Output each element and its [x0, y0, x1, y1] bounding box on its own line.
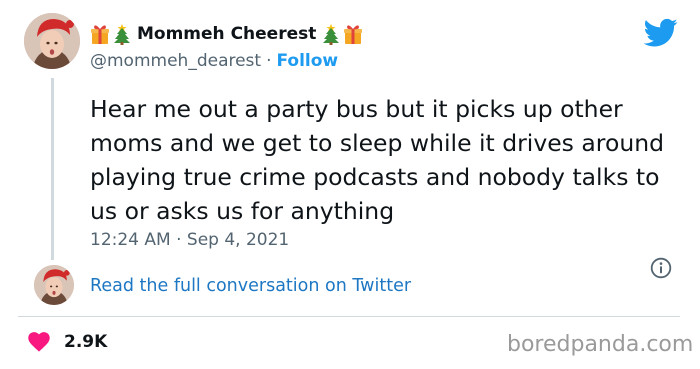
twitter-bird-icon[interactable] — [644, 18, 678, 48]
thread-connector-line — [51, 78, 54, 260]
author-avatar[interactable] — [24, 13, 80, 69]
author-display-name[interactable]: Mommeh Cheerest — [134, 24, 319, 44]
christmas-tree-icon — [112, 23, 132, 45]
tweet-text: Hear me out a party bus but it picks up … — [90, 95, 665, 225]
divider — [18, 316, 680, 317]
separator-dot: · — [266, 51, 272, 71]
follow-button[interactable]: Follow — [277, 51, 339, 71]
tweet-timestamp[interactable]: 12:24 AM · Sep 4, 2021 — [90, 228, 289, 252]
christmas-tree-icon — [321, 23, 341, 45]
like-button[interactable]: 2.9K — [28, 329, 107, 355]
reply-author-avatar[interactable] — [34, 265, 74, 305]
gift-icon — [90, 23, 110, 45]
author-handle[interactable]: @mommeh_dearest — [90, 51, 261, 71]
read-full-conversation-link[interactable]: Read the full conversation on Twitter — [90, 274, 411, 298]
heart-icon — [28, 332, 50, 352]
source-watermark: boredpanda.com — [507, 331, 694, 357]
embedded-tweet-card: Mommeh Cheerest @mommeh_dearest · Follow — [0, 0, 700, 369]
info-icon[interactable] — [650, 257, 672, 279]
author-name-row[interactable]: Mommeh Cheerest — [90, 20, 363, 48]
author-handle-row: @mommeh_dearest · Follow — [90, 49, 338, 73]
gift-icon — [343, 23, 363, 45]
like-count: 2.9K — [64, 332, 108, 352]
